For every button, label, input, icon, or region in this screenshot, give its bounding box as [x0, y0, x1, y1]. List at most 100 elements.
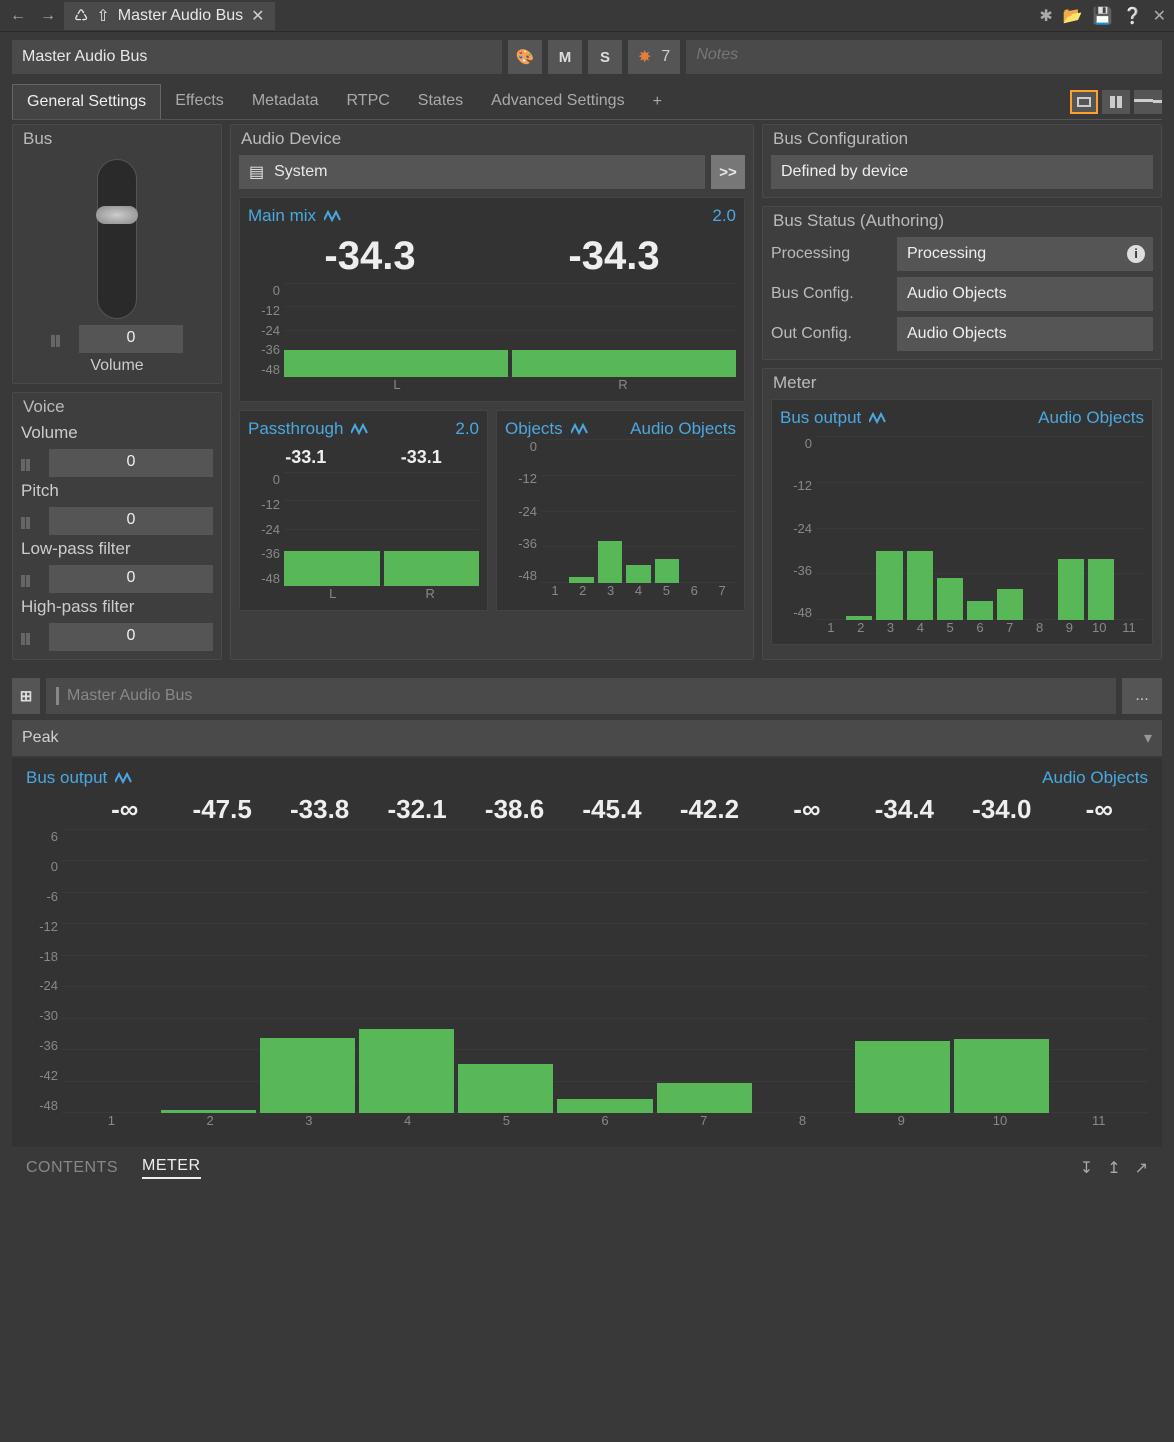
bus-configuration-value[interactable]: Defined by device — [771, 155, 1153, 189]
star-icon[interactable]: ✱ — [1039, 6, 1052, 26]
passthrough-chart: Passthrough 2.0 -33.1 -33.1 0-12-24-36-4… — [239, 410, 488, 611]
voice-hpf-label: High-pass filter — [21, 597, 213, 617]
audio-device-title: Audio Device — [241, 129, 745, 149]
peak-readout: -∞ — [758, 794, 855, 825]
bus-output-title[interactable]: Bus output — [780, 408, 861, 428]
popout-icon[interactable]: ↗ — [1135, 1158, 1148, 1178]
wave-icon — [869, 412, 887, 424]
objects-chart: Objects Audio Objects 0-12-24-36-4812345… — [496, 410, 745, 611]
tab-effects[interactable]: Effects — [161, 84, 238, 119]
view-mode-3[interactable] — [1134, 90, 1162, 114]
audio-device-field[interactable]: ▤ System — [239, 155, 705, 189]
object-name-field[interactable]: Master Audio Bus — [12, 40, 502, 74]
voice-lpf-label: Low-pass filter — [21, 539, 213, 559]
slider-icon — [21, 632, 43, 642]
bus-output-large-title[interactable]: Bus output — [26, 768, 107, 788]
passthrough-config[interactable]: 2.0 — [455, 419, 479, 439]
bus-output-small-chart: Bus output Audio Objects 0-12-24-36-4812… — [771, 399, 1153, 645]
main-mix-config[interactable]: 2.0 — [712, 206, 736, 226]
main-mix-title[interactable]: Main mix — [248, 206, 316, 226]
voice-volume-label: Volume — [21, 423, 213, 443]
meter-bar — [359, 1029, 454, 1113]
pin-button[interactable]: ⊞ — [12, 678, 40, 714]
tab-general-settings[interactable]: General Settings — [12, 84, 161, 119]
bus-panel-title: Bus — [23, 129, 213, 149]
meter-bar — [458, 1064, 553, 1113]
bus-config-label: Bus Config. — [771, 285, 891, 303]
meter-bar — [937, 578, 963, 620]
upload-icon[interactable]: ↥ — [1107, 1158, 1120, 1178]
contents-tab[interactable]: CONTENTS — [26, 1159, 118, 1177]
chevron-down-icon: ▾ — [1144, 728, 1152, 748]
tab-metadata[interactable]: Metadata — [238, 84, 333, 119]
recycle-icon: ♺ — [74, 6, 88, 26]
pin-icon: ⇧ — [96, 6, 109, 26]
out-config-value: Audio Objects — [897, 317, 1153, 351]
bus-status-title: Bus Status (Authoring) — [773, 211, 1153, 231]
document-tab[interactable]: ♺ ⇧ Master Audio Bus ✕ — [64, 2, 275, 30]
back-icon[interactable]: ← — [8, 6, 28, 26]
bus-configuration-panel: Bus Configuration Defined by device — [762, 124, 1162, 198]
share-count[interactable]: ✸ 7 — [628, 40, 680, 74]
peak-readout: -47.5 — [173, 794, 270, 825]
audio-device-go-button[interactable]: >> — [711, 155, 745, 189]
voice-hpf-value[interactable]: 0 — [49, 623, 213, 651]
meter-mode-select[interactable]: Peak ▾ — [12, 720, 1162, 756]
tab-advanced-settings[interactable]: Advanced Settings — [477, 84, 638, 119]
meter-bar — [1088, 559, 1114, 620]
close-window-icon[interactable]: ✕ — [1153, 6, 1166, 26]
download-icon[interactable]: ↧ — [1080, 1158, 1093, 1178]
meter-bar — [598, 541, 622, 583]
mute-button[interactable]: M — [548, 40, 582, 74]
forward-icon[interactable]: → — [38, 6, 58, 26]
share-icon: ✸ — [638, 47, 651, 67]
notes-field[interactable]: Notes — [686, 40, 1162, 74]
folder-open-icon[interactable]: 📂 — [1063, 6, 1083, 26]
meter-tab[interactable]: METER — [142, 1157, 201, 1179]
peak-readout: -32.1 — [368, 794, 465, 825]
view-mode-2[interactable] — [1102, 90, 1130, 114]
wave-icon — [351, 423, 369, 435]
bus-output-large-config[interactable]: Audio Objects — [1042, 768, 1148, 788]
voice-lpf-value[interactable]: 0 — [49, 565, 213, 593]
view-mode-1[interactable] — [1070, 90, 1098, 114]
tab-rtpc[interactable]: RTPC — [333, 84, 404, 119]
peak-readout: -34.0 — [953, 794, 1050, 825]
passthrough-value-l: -33.1 — [285, 447, 326, 468]
voice-volume-value[interactable]: 0 — [49, 449, 213, 477]
close-icon[interactable]: ✕ — [251, 6, 264, 26]
solo-button[interactable]: S — [588, 40, 622, 74]
device-icon: ▤ — [249, 162, 264, 182]
bus-output-config[interactable]: Audio Objects — [1038, 408, 1144, 428]
lower-name-field[interactable]: Master Audio Bus — [46, 678, 1116, 714]
voice-panel-title: Voice — [23, 397, 213, 417]
bus-status-panel: Bus Status (Authoring) Processing Proces… — [762, 206, 1162, 360]
share-count-value: 7 — [661, 48, 670, 66]
objects-config[interactable]: Audio Objects — [630, 419, 736, 439]
peak-readout: -∞ — [76, 794, 173, 825]
passthrough-title[interactable]: Passthrough — [248, 419, 343, 439]
audio-device-panel: Audio Device ▤ System >> Main mix 2.0 -3… — [230, 124, 754, 660]
bus-output-large-chart: Bus output Audio Objects -∞-47.5-33.8-32… — [12, 758, 1162, 1147]
main-mix-value-r: -34.3 — [568, 234, 659, 279]
meter-panel: Meter Bus output Audio Objects 0-12-24-3… — [762, 368, 1162, 660]
help-icon[interactable]: ❔ — [1123, 6, 1143, 26]
objects-title[interactable]: Objects — [505, 419, 563, 439]
peak-readout: -45.4 — [563, 794, 660, 825]
palette-button[interactable]: 🎨 — [508, 40, 542, 74]
meter-bar — [954, 1039, 1049, 1113]
volume-fader[interactable] — [97, 159, 137, 319]
wave-icon — [115, 772, 133, 784]
voice-pitch-value[interactable]: 0 — [49, 507, 213, 535]
meter-bar — [876, 551, 902, 620]
tab-states[interactable]: States — [404, 84, 477, 119]
peak-readout: -38.6 — [466, 794, 563, 825]
meter-bar — [284, 350, 508, 377]
more-button[interactable]: ... — [1122, 678, 1162, 714]
add-tab-button[interactable]: + — [639, 85, 676, 119]
bus-configuration-title: Bus Configuration — [773, 129, 1153, 149]
info-icon[interactable]: i — [1127, 245, 1145, 263]
save-icon[interactable]: 💾 — [1093, 6, 1113, 26]
processing-label: Processing — [771, 245, 891, 263]
bus-volume-value[interactable]: 0 — [79, 325, 183, 353]
